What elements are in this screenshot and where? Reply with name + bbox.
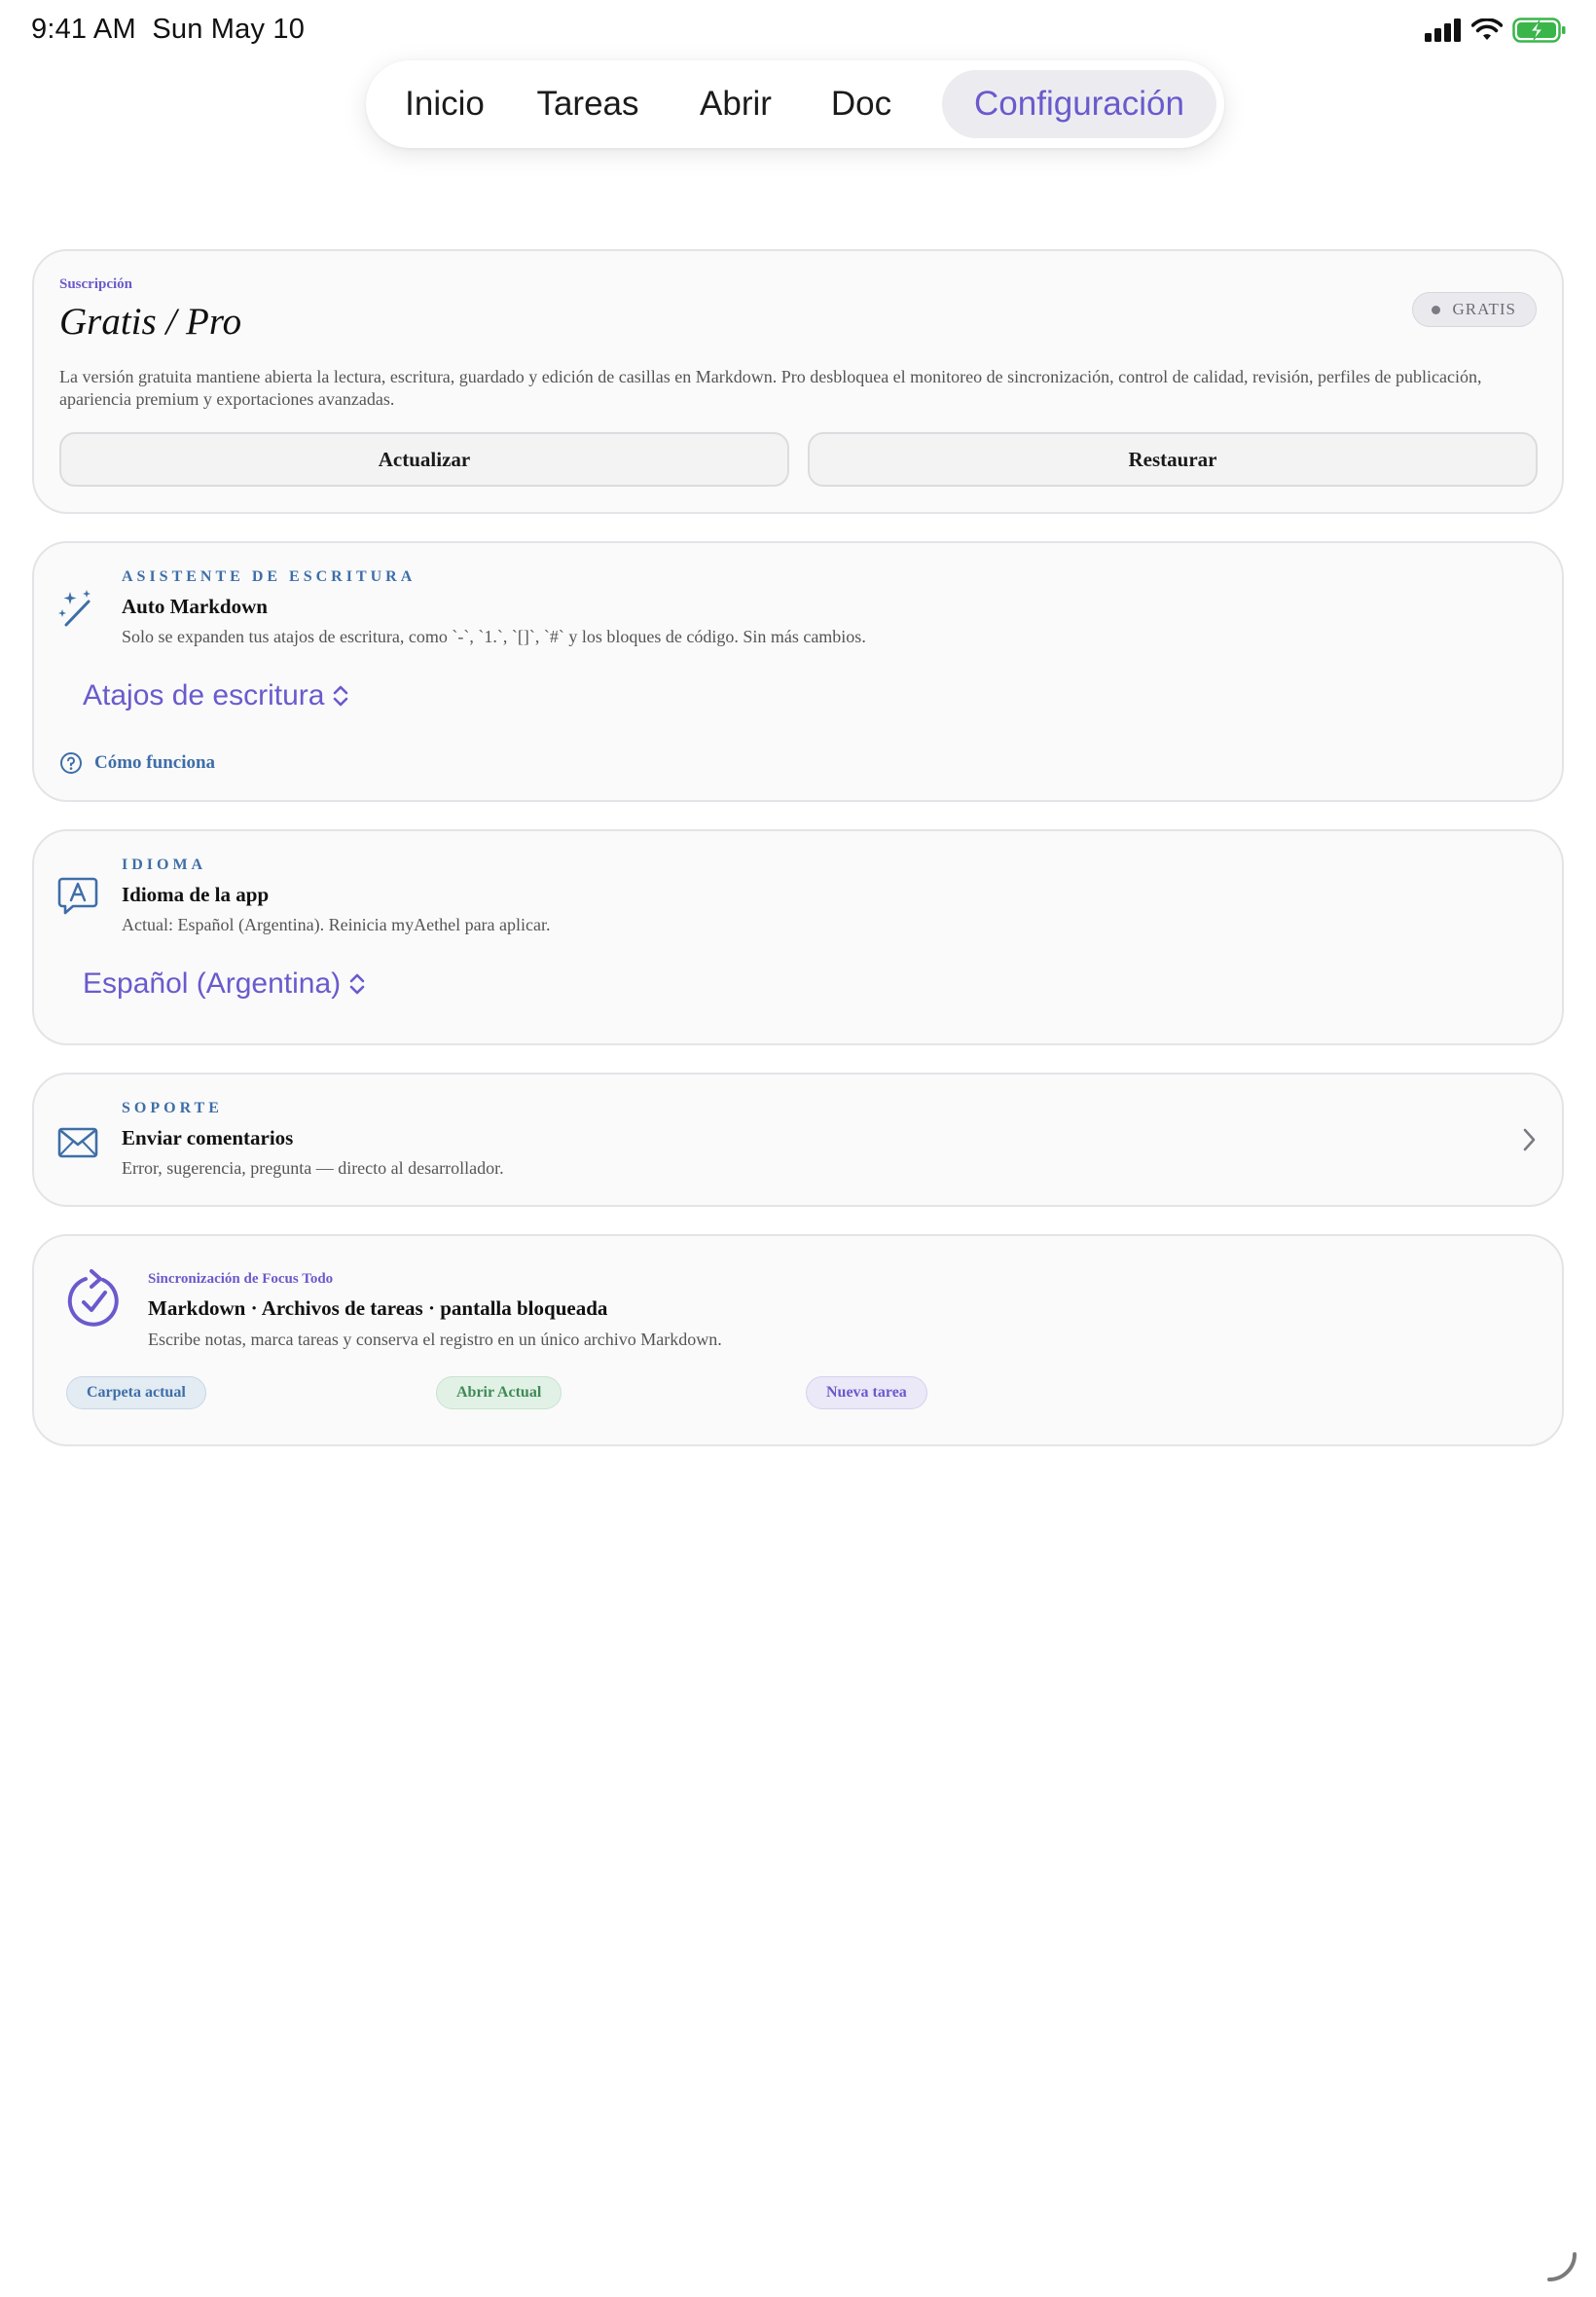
tab-doc[interactable]: Doc [816,70,907,138]
send-feedback-title: Enviar comentarios [122,1126,294,1149]
badge-dot-icon [1432,306,1441,314]
focus-todo-sync-card: Sincronización de Focus Todo Markdown · … [32,1234,1564,1446]
signal-icon [1425,18,1461,42]
tab-configuracion[interactable]: Configuración [942,70,1216,138]
chip-new-task[interactable]: Nueva tarea [806,1376,927,1409]
status-clock: 9:41 AM [31,14,136,45]
chevron-right-icon [1523,1128,1536,1151]
question-circle-icon [60,752,82,774]
plan-status-badge: GRATIS [1412,292,1537,327]
envelope-icon [57,1127,98,1158]
writing-assistant-card: ASISTENTE DE ESCRITURA Auto Markdown Sol… [32,541,1564,802]
tab-tareas[interactable]: Tareas [522,70,654,138]
app-language-title: Idioma de la app [122,883,270,906]
tab-inicio[interactable]: Inicio [391,70,498,138]
sync-eyebrow: Sincronización de Focus Todo [148,1271,334,1287]
sync-check-icon [67,1269,119,1327]
language-picker[interactable]: Español (Argentina) [83,967,366,1001]
writing-assistant-eyebrow: ASISTENTE DE ESCRITURA [122,568,417,585]
wifi-icon [1471,18,1503,40]
magic-wand-icon [58,590,91,627]
auto-markdown-description: Solo se expanden tus atajos de escritura… [122,627,866,646]
sync-description: Escribe notas, marca tareas y conserva e… [148,1330,722,1349]
corner-resize-icon [1547,2252,1577,2281]
status-time: 9:41 AM Sun May 10 [31,14,305,46]
top-tab-bar: Inicio Tareas Abrir Doc Configuración [366,60,1224,148]
app-language-description: Actual: Español (Argentina). Reinicia my… [122,915,551,934]
chip-current-folder[interactable]: Carpeta actual [66,1376,206,1409]
chip-open-current[interactable]: Abrir Actual [436,1376,562,1409]
subscription-card: Suscripción Gratis / Pro GRATIS La versi… [32,249,1564,514]
subscription-title: Gratis / Pro [59,301,242,343]
support-eyebrow: SOPORTE [122,1100,223,1116]
language-bubble-icon [57,877,98,915]
battery-charging-icon [1512,18,1566,43]
language-card: IDIOMA Idioma de la app Actual: Español … [32,829,1564,1045]
subscription-eyebrow: Suscripción [59,276,133,292]
status-bar: 9:41 AM Sun May 10 [0,0,1596,62]
shortcut-mode-value: Atajos de escritura [83,679,325,711]
language-picker-value: Español (Argentina) [83,967,342,1000]
subscription-description: La versión gratuita mantiene abierta la … [59,367,1482,409]
send-feedback-description: Error, sugerencia, pregunta — directo al… [122,1158,504,1178]
status-date: Sun May 10 [152,14,306,45]
sync-title: Markdown · Archivos de tareas · pantalla… [148,1296,608,1320]
chevron-up-down-icon [334,685,348,707]
auto-markdown-title: Auto Markdown [122,595,268,618]
chevron-up-down-icon [349,973,365,995]
shortcut-mode-picker[interactable]: Atajos de escritura [83,679,349,712]
how-it-works-link[interactable]: Cómo funciona [59,751,215,775]
how-it-works-label: Cómo funciona [94,752,216,773]
upgrade-button[interactable]: Actualizar [59,432,789,487]
language-eyebrow: IDIOMA [122,857,207,873]
support-feedback-row[interactable]: SOPORTE Enviar comentarios Error, sugere… [32,1073,1564,1207]
restore-button[interactable]: Restaurar [808,432,1538,487]
tab-abrir[interactable]: Abrir [677,70,794,138]
status-icons [1425,18,1567,43]
badge-label: GRATIS [1452,300,1516,318]
